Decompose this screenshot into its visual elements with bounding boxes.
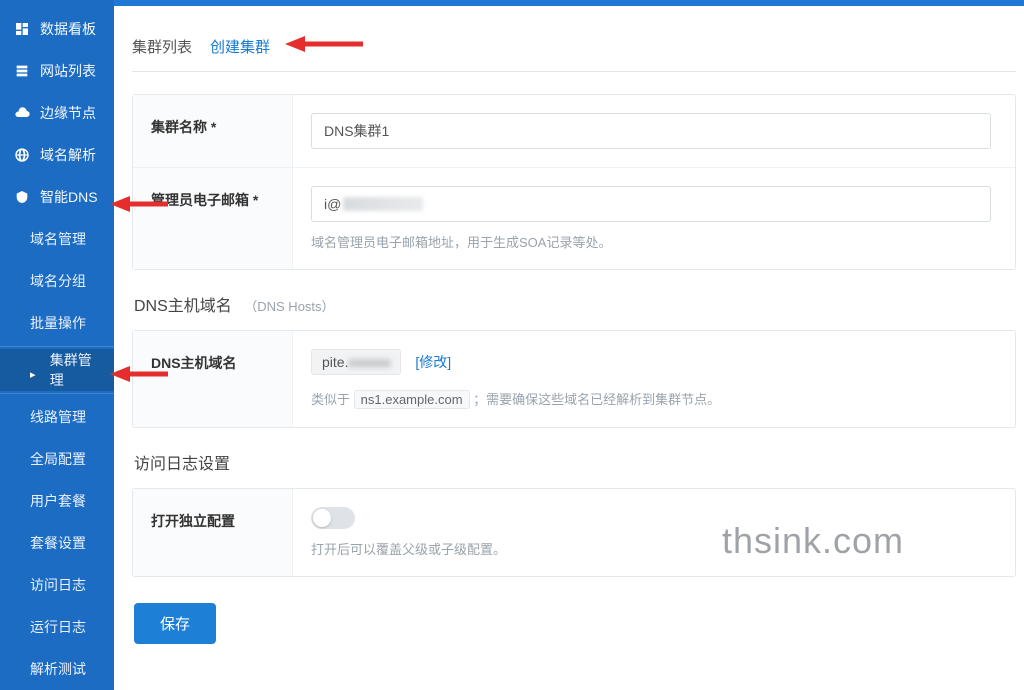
row-dns-host: DNS主机域名 pite.xxxxxx [修改] 类似于 ns1.example…	[133, 331, 1015, 427]
dashboard-icon	[14, 21, 30, 37]
sidebar-item-access-log[interactable]: 访问日志	[0, 564, 114, 606]
email-value: i@	[324, 196, 341, 212]
masked-text	[343, 197, 423, 211]
sidebar-item-label: 用户套餐	[30, 491, 86, 511]
sidebar-item-label: 批量操作	[30, 313, 86, 333]
sidebar-item-domain-group[interactable]: 域名分组	[0, 260, 114, 302]
toggle-independent-config[interactable]	[311, 507, 355, 529]
section-annot: （DNS Hosts）	[244, 299, 334, 314]
sidebar-item-domain-manage[interactable]: 域名管理	[0, 218, 114, 260]
tab-create-cluster[interactable]: 创建集群	[210, 36, 270, 57]
dns-host-chip: pite.xxxxxx	[311, 349, 401, 375]
sidebar-item-domain-resolve[interactable]: 域名解析	[0, 134, 114, 176]
main-content: 集群列表 创建集群 集群名称 * 管理员电子邮箱 *	[114, 0, 1024, 690]
sidebar-item-run-log[interactable]: 运行日志	[0, 606, 114, 648]
cluster-name-input[interactable]	[311, 113, 991, 149]
label-toggle-independent: 打开独立配置	[133, 489, 293, 576]
hint-toggle: 打开后可以覆盖父级或子级配置。	[311, 539, 997, 558]
sidebar-item-label: 智能DNS	[40, 187, 98, 207]
label-required: *	[211, 119, 216, 135]
label-admin-email: 管理员电子邮箱	[151, 192, 249, 208]
dns-icon	[14, 189, 30, 205]
sidebar-divider	[0, 393, 114, 394]
code-chip: ns1.example.com	[354, 390, 470, 409]
toggle-knob	[313, 509, 331, 527]
admin-email-input[interactable]: i@	[311, 186, 991, 222]
sidebar-item-label: 线路管理	[30, 407, 86, 427]
panel-access-log: 打开独立配置 打开后可以覆盖父级或子级配置。	[132, 488, 1016, 577]
sidebar-item-label: 边缘节点	[40, 103, 96, 123]
tabs: 集群列表 创建集群	[132, 36, 1016, 72]
top-strip	[114, 0, 1024, 6]
sidebar-item-label: 套餐设置	[30, 533, 86, 553]
sidebar-item-cluster-manage[interactable]: 集群管理	[0, 349, 114, 391]
chevron-right-icon	[30, 365, 40, 375]
sidebar-item-label: 域名管理	[30, 229, 86, 249]
hint-dns-host: 类似于 ns1.example.com ；需要确保这些域名已经解析到集群节点。	[311, 389, 997, 409]
sidebar-item-smart-dns[interactable]: 智能DNS	[0, 176, 114, 218]
row-admin-email: 管理员电子邮箱 * i@ 域名管理员电子邮箱地址，用于生成SOA记录等处。	[133, 168, 1015, 269]
globe-icon	[14, 147, 30, 163]
panel-basic: 集群名称 * 管理员电子邮箱 * i@ 域名管理员电子邮箱地址，用于	[132, 94, 1016, 270]
modify-link[interactable]: [修改]	[415, 354, 451, 370]
sidebar-item-sites[interactable]: 网站列表	[0, 50, 114, 92]
sidebar-item-label: 域名分组	[30, 271, 86, 291]
sidebar-item-edge-nodes[interactable]: 边缘节点	[0, 92, 114, 134]
sidebar-item-label: 数据看板	[40, 19, 96, 39]
panel-dns-hosts: DNS主机域名 pite.xxxxxx [修改] 类似于 ns1.example…	[132, 330, 1016, 428]
sidebar-item-plan-settings[interactable]: 套餐设置	[0, 522, 114, 564]
section-title-dns-hosts: DNS主机域名 （DNS Hosts）	[134, 292, 1024, 316]
row-toggle-independent: 打开独立配置 打开后可以覆盖父级或子级配置。	[133, 489, 1015, 576]
sidebar-item-batch-op[interactable]: 批量操作	[0, 302, 114, 344]
label-cluster-name: 集群名称	[151, 119, 207, 135]
sidebar-item-label: 域名解析	[40, 145, 96, 165]
row-cluster-name: 集群名称 *	[133, 95, 1015, 168]
save-button[interactable]: 保存	[134, 603, 216, 644]
cloud-icon	[14, 105, 30, 121]
sidebar-item-user-plan[interactable]: 用户套餐	[0, 480, 114, 522]
sidebar-item-label: 网站列表	[40, 61, 96, 81]
tab-cluster-list[interactable]: 集群列表	[132, 36, 192, 57]
section-title-access-log: 访问日志设置	[134, 450, 1024, 474]
sidebar: 数据看板 网站列表 边缘节点 域名解析 智能DNS	[0, 0, 114, 690]
label-dns-host: DNS主机域名	[133, 331, 293, 427]
sidebar-item-dashboard[interactable]: 数据看板	[0, 8, 114, 50]
sidebar-item-label: 访问日志	[30, 575, 86, 595]
label-required: *	[253, 192, 258, 208]
sidebar-item-label: 运行日志	[30, 617, 86, 637]
sidebar-item-label: 全局配置	[30, 449, 86, 469]
sites-icon	[14, 63, 30, 79]
sidebar-item-label: 集群管理	[50, 350, 104, 390]
sidebar-item-route-manage[interactable]: 线路管理	[0, 396, 114, 438]
sidebar-divider	[0, 346, 114, 347]
sidebar-item-label: 解析测试	[30, 659, 86, 679]
hint-admin-email: 域名管理员电子邮箱地址，用于生成SOA记录等处。	[311, 232, 997, 251]
sidebar-item-global-config[interactable]: 全局配置	[0, 438, 114, 480]
